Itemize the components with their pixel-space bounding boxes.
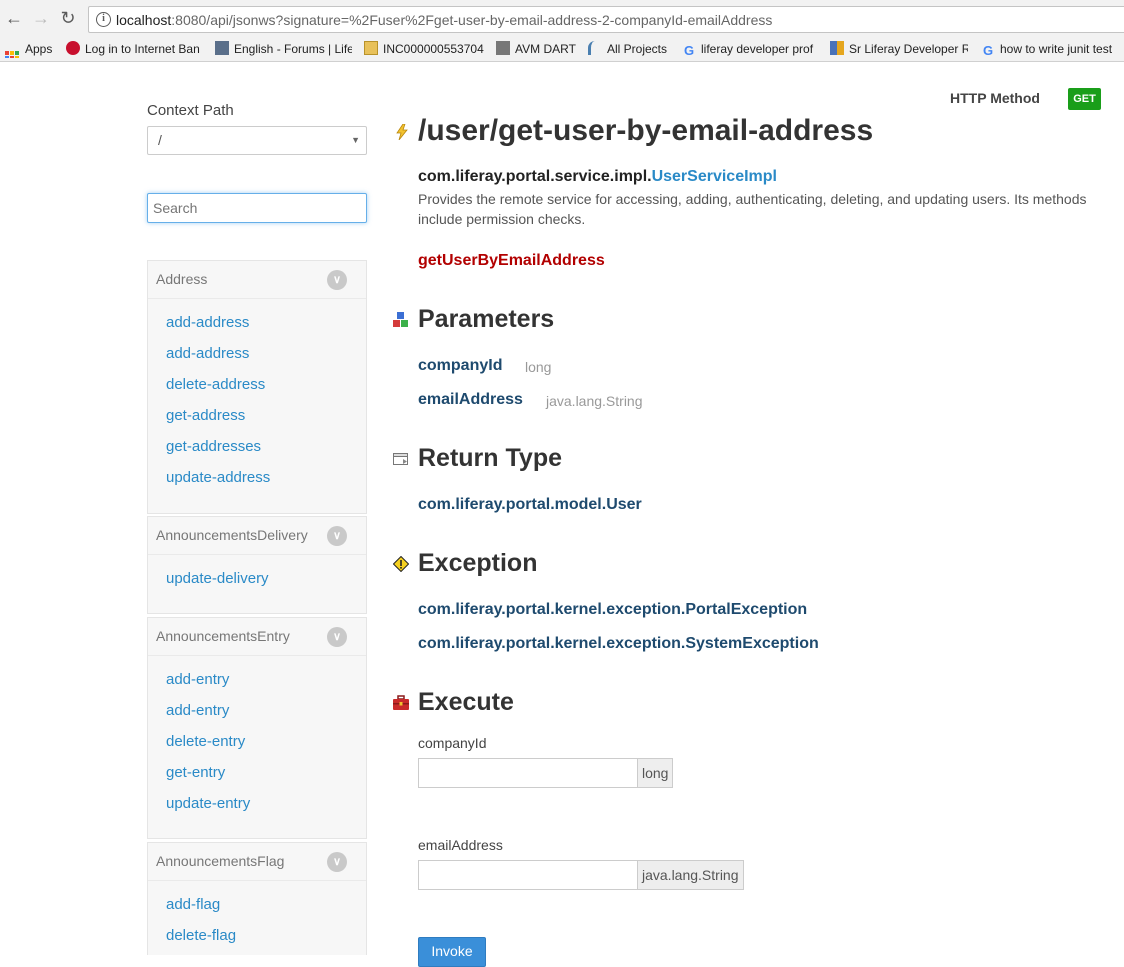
browser-toolbar: ← → ↻ i localhost:8080/api/jsonws?signat…: [0, 0, 1124, 36]
exception-item: com.liferay.portal.kernel.exception.Port…: [418, 601, 808, 618]
panel-announcements-delivery: AnnouncementsDelivery ∨ update-delivery: [147, 516, 367, 614]
execute-heading: Execute: [418, 688, 514, 716]
param-name: emailAddress: [418, 391, 523, 408]
companyid-input[interactable]: [418, 758, 638, 788]
back-arrow-icon[interactable]: ←: [4, 8, 24, 28]
panel-header-announcements-flag[interactable]: AnnouncementsFlag ∨: [148, 843, 366, 881]
field-type-addon: java.lang.String: [638, 860, 744, 890]
google-icon: G: [683, 43, 695, 58]
bookmark-sr-liferay-developer[interactable]: Sr Liferay Developer R: [830, 40, 968, 58]
apps-grid-icon: [5, 51, 19, 58]
sidebar-link-get-entry[interactable]: get-entry: [166, 763, 366, 794]
bookmark-apps[interactable]: Apps: [5, 40, 61, 58]
return-type-value: com.liferay.portal.model.User: [418, 496, 642, 513]
sidebar-link-delete-flag[interactable]: delete-flag: [166, 926, 366, 957]
parameters-heading: Parameters: [418, 305, 555, 333]
reload-icon[interactable]: ↻: [58, 8, 78, 28]
panel-title: AnnouncementsFlag: [156, 853, 285, 869]
panel-announcements-entry: AnnouncementsEntry ∨ add-entry add-entry…: [147, 617, 367, 839]
blocks-icon: [393, 312, 408, 327]
forum-icon: [215, 41, 229, 55]
execute-field-companyid: long: [418, 758, 674, 788]
sidebar-link-add-address[interactable]: add-address: [166, 344, 366, 375]
http-method-label: HTTP Method: [950, 90, 1040, 106]
execute-field-emailaddress: java.lang.String: [418, 860, 744, 890]
panel-header-announcements-delivery[interactable]: AnnouncementsDelivery ∨: [148, 517, 366, 555]
lightning-bolt-icon: [396, 124, 408, 140]
chevron-down-icon[interactable]: ∨: [327, 270, 347, 290]
panel-announcements-flag: AnnouncementsFlag ∨ add-flag delete-flag: [147, 842, 367, 955]
page-title: /user/get-user-by-email-address: [418, 114, 874, 147]
execute-field-label: emailAddress: [418, 837, 503, 853]
exception-item: com.liferay.portal.kernel.exception.Syst…: [418, 635, 819, 652]
sidebar-link-add-entry[interactable]: add-entry: [166, 701, 366, 732]
service-description: Provides the remote service for accessin…: [418, 191, 1087, 227]
field-type-addon: long: [638, 758, 674, 788]
bookmark-junit[interactable]: Ghow to write junit test: [981, 40, 1124, 58]
address-bar[interactable]: i localhost:8080/api/jsonws?signature=%2…: [88, 6, 1124, 33]
invoke-button[interactable]: Invoke: [418, 937, 486, 967]
param-type: long: [525, 359, 552, 375]
panel-title: Address: [156, 271, 208, 287]
forward-arrow-icon[interactable]: →: [31, 8, 51, 28]
search-input[interactable]: [147, 193, 367, 223]
panel-title: AnnouncementsDelivery: [156, 527, 308, 543]
bookmark-forums[interactable]: English - Forums | Life: [215, 40, 352, 58]
warning-icon: [393, 556, 409, 572]
chevron-down-icon[interactable]: ∨: [327, 627, 347, 647]
dropdown-caret-icon: ▼: [351, 135, 360, 145]
sidebar-link-add-address[interactable]: add-address: [166, 313, 366, 344]
sidebar-link-update-entry[interactable]: update-entry: [166, 794, 366, 825]
bookmark-all-projects[interactable]: All Projects: [588, 40, 672, 58]
panel-header-address[interactable]: Address ∨: [148, 261, 366, 299]
http-method-badge: GET: [1068, 88, 1101, 110]
projects-icon: [588, 41, 602, 55]
panel-header-announcements-entry[interactable]: AnnouncementsEntry ∨: [148, 618, 366, 656]
url-text: localhost:8080/api/jsonws?signature=%2Fu…: [116, 12, 773, 28]
context-path-value: /: [158, 132, 162, 148]
chevron-down-icon[interactable]: ∨: [327, 526, 347, 546]
bookmark-incident[interactable]: INC000000553704: [364, 40, 490, 58]
return-box-icon: [393, 453, 408, 465]
param-name: companyId: [418, 357, 503, 374]
execute-field-label: companyId: [418, 735, 487, 751]
sidebar-link-update-address[interactable]: update-address: [166, 468, 366, 499]
panel-address: Address ∨ add-address add-address delete…: [147, 260, 367, 514]
sidebar-link-get-address[interactable]: get-address: [166, 406, 366, 437]
service-class-package: com.liferay.portal.service.impl.: [418, 168, 652, 185]
toolbox-icon: [393, 695, 409, 710]
param-type: java.lang.String: [546, 393, 643, 409]
context-path-select[interactable]: / ▼: [147, 126, 367, 155]
folder-icon: [364, 41, 378, 55]
job-site-icon: [830, 41, 844, 55]
panel-title: AnnouncementsEntry: [156, 628, 290, 644]
bookmark-liferay-developer[interactable]: Gliferay developer prof: [682, 40, 817, 58]
dart-icon: [496, 41, 510, 55]
google-icon: G: [982, 43, 994, 58]
sidebar-link-add-entry[interactable]: add-entry: [166, 670, 366, 701]
bookmarks-bar: Apps Log in to Internet Ban English - Fo…: [0, 36, 1124, 62]
bookmark-avm-dart[interactable]: AVM DART: [496, 40, 580, 58]
bookmark-internet-banking[interactable]: Log in to Internet Ban: [66, 40, 202, 58]
sidebar-link-get-addresses[interactable]: get-addresses: [166, 437, 366, 468]
method-name: getUserByEmailAddress: [418, 252, 605, 269]
sidebar-link-delete-entry[interactable]: delete-entry: [166, 732, 366, 763]
exception-heading: Exception: [418, 549, 538, 577]
service-class-link[interactable]: UserServiceImpl: [652, 168, 777, 185]
sidebar-link-update-delivery[interactable]: update-delivery: [166, 569, 366, 600]
context-path-label: Context Path: [147, 102, 234, 119]
sidebar-link-add-flag[interactable]: add-flag: [166, 895, 366, 926]
sidebar-link-delete-address[interactable]: delete-address: [166, 375, 366, 406]
chevron-down-icon[interactable]: ∨: [327, 852, 347, 872]
info-icon[interactable]: i: [96, 12, 111, 27]
return-type-heading: Return Type: [418, 444, 562, 472]
service-class: com.liferay.portal.service.impl.UserServ…: [418, 168, 777, 186]
emailaddress-input[interactable]: [418, 860, 638, 890]
bank-logo-icon: [66, 41, 80, 55]
